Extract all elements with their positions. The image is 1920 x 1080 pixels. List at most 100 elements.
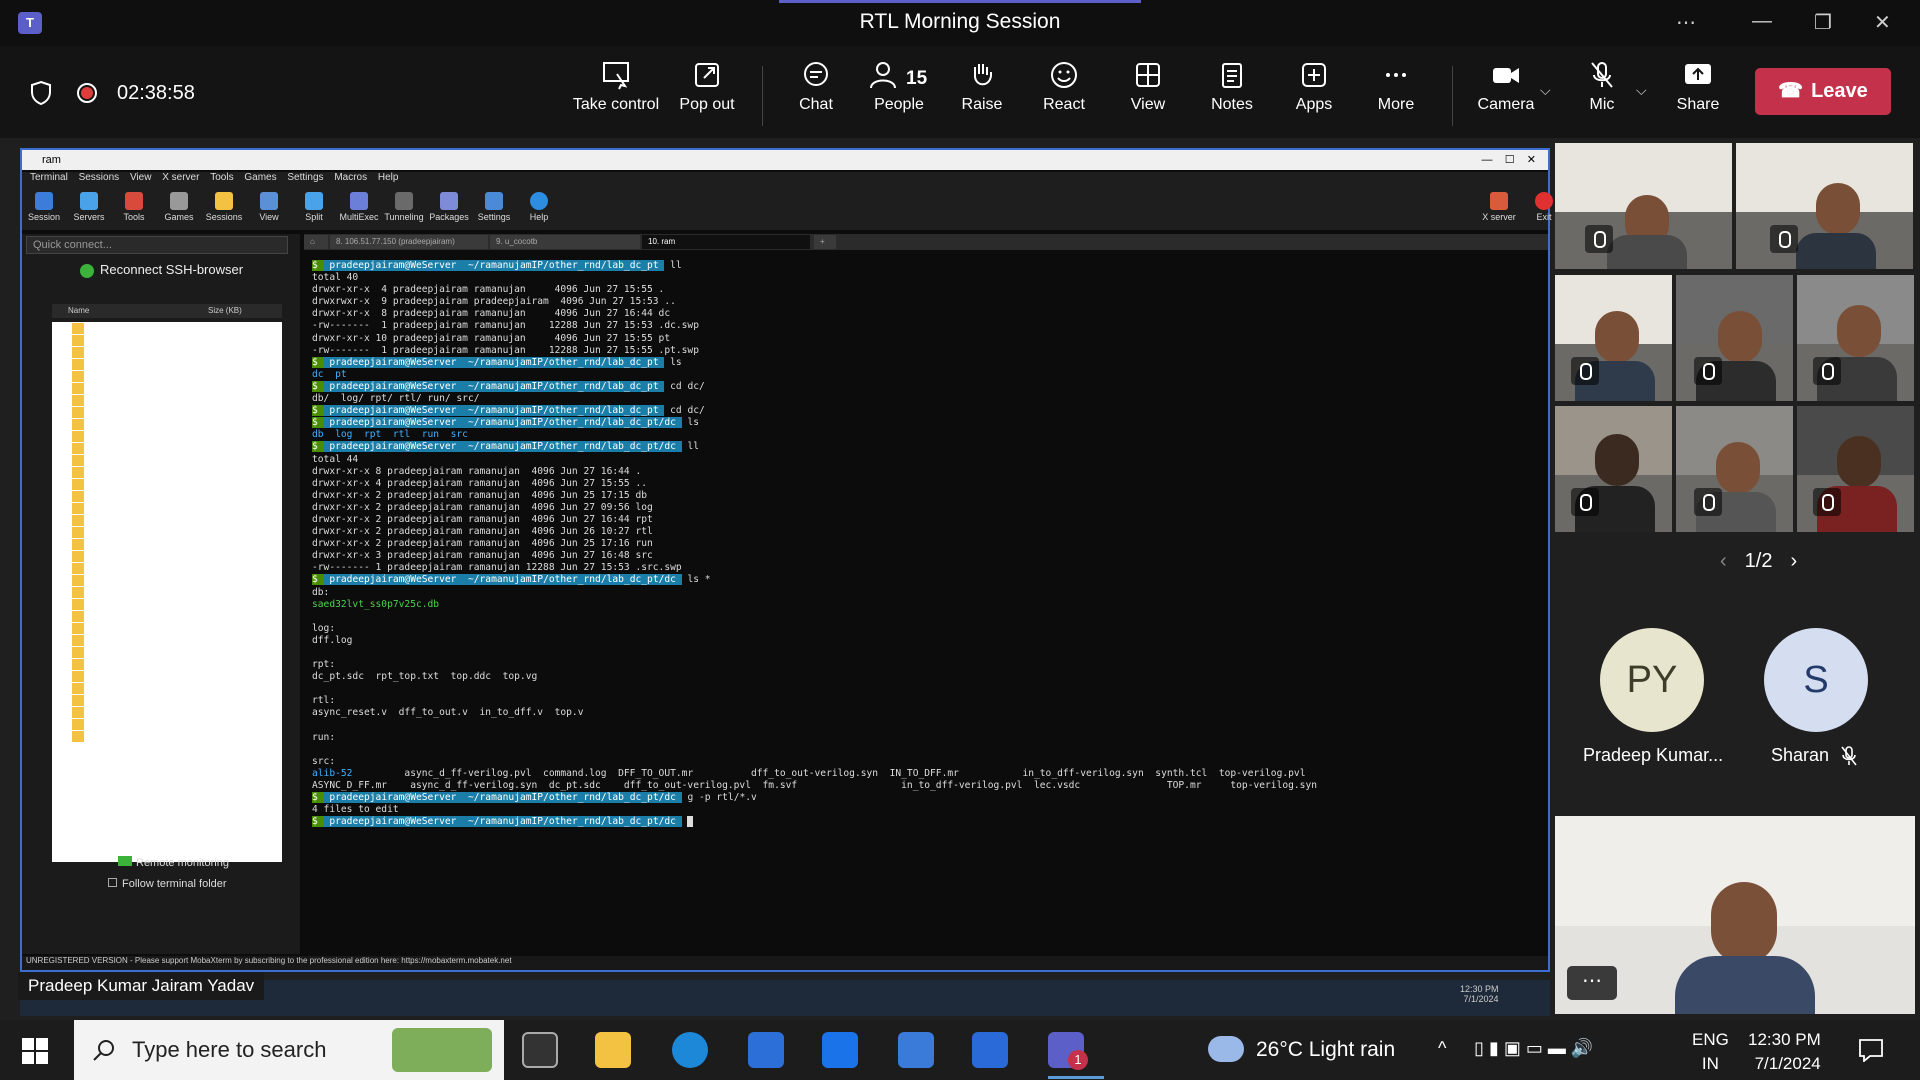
windows-start-icon[interactable] <box>22 1038 48 1064</box>
menu-terminal[interactable]: Terminal <box>30 172 68 183</box>
menu-tools[interactable]: Tools <box>210 172 233 183</box>
take-control-button[interactable]: Take control <box>570 60 662 114</box>
participant-video[interactable] <box>1676 275 1793 401</box>
menu-help[interactable]: Help <box>378 172 399 183</box>
folder-icon <box>72 383 84 394</box>
meeting-timer: 02:38:58 <box>117 82 195 104</box>
weather-cloud-icon <box>1208 1036 1244 1062</box>
participant-video[interactable] <box>1797 275 1914 401</box>
tool-sessions[interactable]: Sessions <box>202 192 246 222</box>
folder-icon <box>72 395 84 406</box>
participant-video[interactable] <box>1555 406 1672 532</box>
tool-multiexec[interactable]: MultiExec <box>337 192 381 222</box>
tool-settings[interactable]: Settings <box>472 192 516 222</box>
mobaxterm-window-controls[interactable]: — ☐ ✕ <box>1481 150 1536 170</box>
system-clock[interactable]: 12:30 PM 7/1/2024 <box>1748 1028 1821 1076</box>
teams-taskbar-icon[interactable]: 1 <box>1048 1032 1088 1070</box>
notes-button[interactable]: Notes <box>1202 60 1262 114</box>
tool-games[interactable]: Games <box>157 192 201 222</box>
terminal-prompt-line[interactable]: $ pradeepjairam@WeServer ~/ramanujamIP/o… <box>312 816 1548 828</box>
share-button[interactable]: Share <box>1668 60 1728 114</box>
tray-icons[interactable]: ▯ ▮ ▣ ▭ ▬ 🔊 <box>1474 1038 1593 1059</box>
tool-servers[interactable]: Servers <box>67 192 111 222</box>
tab-session-8[interactable]: 8. 106.51.77.150 (pradeepjairam) <box>330 235 488 249</box>
xserver-icon <box>1490 192 1508 210</box>
new-tab-button[interactable]: + <box>814 235 836 249</box>
follow-terminal-folder-checkbox[interactable]: Follow terminal folder <box>108 878 227 890</box>
notifications-icon[interactable] <box>1858 1038 1884 1062</box>
people-button[interactable]: 15 People <box>864 60 934 114</box>
remote-monitoring-toggle[interactable]: Remote monitoring <box>118 856 229 869</box>
terminal-output[interactable]: $ pradeepjairam@WeServer ~/ramanujamIP/o… <box>312 260 1548 950</box>
taskbar-search-box[interactable]: Type here to search <box>74 1020 504 1080</box>
camera-options-chevron-icon[interactable]: ⌵ <box>1540 82 1551 99</box>
chat-button[interactable]: Chat <box>786 60 846 114</box>
avatar[interactable]: PY <box>1600 628 1704 732</box>
apps-button[interactable]: Apps <box>1284 60 1344 114</box>
tab-session-10[interactable]: 10. ram <box>642 235 810 249</box>
terminal-line: drwxr-xr-x 4 pradeepjairam ramanujan 409… <box>312 477 648 489</box>
rdp-app-icon[interactable] <box>972 1032 1008 1068</box>
tool-xserver[interactable]: X server <box>1477 192 1521 222</box>
mic-button[interactable]: Mic <box>1572 60 1632 114</box>
packages-icon <box>440 192 458 210</box>
close-button[interactable]: ✕ <box>1874 10 1891 35</box>
tool-help[interactable]: Help <box>517 192 561 222</box>
weather-text[interactable]: 26°C Light rain <box>1256 1038 1395 1062</box>
remote-desktop-icon[interactable] <box>898 1032 934 1068</box>
mail-icon[interactable] <box>822 1032 858 1068</box>
participant-video[interactable] <box>1555 275 1672 401</box>
menu-sessions[interactable]: Sessions <box>79 172 120 183</box>
next-page-chevron-icon[interactable]: › <box>1790 550 1797 572</box>
servers-icon <box>80 192 98 210</box>
view-button[interactable]: View <box>1118 60 1178 114</box>
self-video-preview[interactable]: ⋯ <box>1555 816 1915 1014</box>
tool-tools[interactable]: Tools <box>112 192 156 222</box>
react-button[interactable]: React <box>1034 60 1094 114</box>
participant-video[interactable] <box>1676 406 1793 532</box>
tunneling-icon <box>395 192 413 210</box>
menu-macros[interactable]: Macros <box>334 172 367 183</box>
leave-button[interactable]: ☎ Leave <box>1755 68 1891 115</box>
tab-session-9[interactable]: 9. u_cocotb <box>490 235 640 249</box>
minimize-button[interactable]: — <box>1752 10 1772 33</box>
tool-session[interactable]: Session <box>22 192 66 222</box>
prev-page-chevron-icon[interactable]: ‹ <box>1720 550 1727 572</box>
more-options-icon[interactable]: ⋯ <box>1676 10 1696 35</box>
quick-connect-input[interactable]: Quick connect... <box>26 236 288 254</box>
mic-options-chevron-icon[interactable]: ⌵ <box>1636 82 1647 99</box>
home-tab[interactable]: ⌂ <box>304 235 328 249</box>
file-explorer-icon[interactable] <box>595 1032 631 1068</box>
more-button[interactable]: More <box>1366 60 1426 114</box>
restore-button[interactable]: ❐ <box>1814 10 1832 35</box>
tool-view[interactable]: View <box>247 192 291 222</box>
reconnect-ssh-browser[interactable]: Reconnect SSH-browser <box>80 262 243 278</box>
toolbar-divider <box>1452 66 1453 126</box>
tool-split[interactable]: Split <box>292 192 336 222</box>
self-view-more-button[interactable]: ⋯ <box>1567 966 1617 1000</box>
col-size[interactable]: Size (KB) <box>208 306 242 315</box>
participant-video[interactable] <box>1797 406 1914 532</box>
menu-games[interactable]: Games <box>244 172 276 183</box>
folder-icon <box>72 323 84 334</box>
pop-out-button[interactable]: Pop out <box>672 60 742 114</box>
tool-packages[interactable]: Packages <box>427 192 471 222</box>
show-hidden-icons-chevron[interactable]: ^ <box>1438 1038 1446 1059</box>
language-indicator[interactable]: ENG IN <box>1692 1028 1729 1076</box>
col-name[interactable]: Name <box>68 306 89 315</box>
split-icon <box>305 192 323 210</box>
participant-video[interactable] <box>1555 143 1732 269</box>
edge-icon[interactable] <box>672 1032 708 1068</box>
avatar[interactable]: S <box>1764 628 1868 732</box>
menu-view[interactable]: View <box>130 172 152 183</box>
raise-hand-button[interactable]: Raise <box>952 60 1012 114</box>
participant-video[interactable] <box>1736 143 1913 269</box>
tool-tunneling[interactable]: Tunneling <box>382 192 426 222</box>
camera-button[interactable]: Camera <box>1474 60 1538 114</box>
terminal-line: -rw------- 1 pradeepjairam ramanujan 122… <box>312 562 682 574</box>
file-browser-pane[interactable] <box>52 322 282 862</box>
menu-xserver[interactable]: X server <box>162 172 199 183</box>
menu-settings[interactable]: Settings <box>287 172 323 183</box>
task-view-icon[interactable] <box>522 1032 558 1068</box>
store-icon[interactable] <box>748 1032 784 1068</box>
